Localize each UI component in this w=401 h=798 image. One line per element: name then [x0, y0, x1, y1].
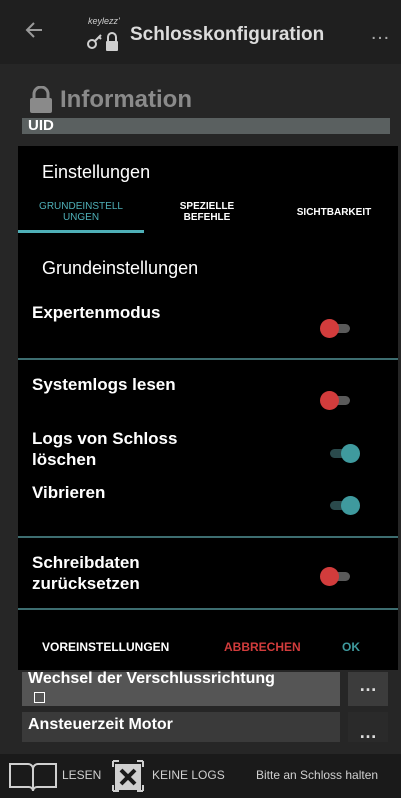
brand-label: keylezz': [88, 16, 120, 26]
read-system-logs-switch[interactable]: [320, 390, 352, 410]
lock-icon: [30, 86, 52, 113]
direction-change-label: Wechsel der Verschlussrichtung: [28, 670, 275, 687]
bottom-bar: LESEN KEINE LOGS Bitte an Schloss halten: [0, 754, 401, 798]
expert-mode-switch[interactable]: [320, 318, 352, 338]
no-logs-label: KEINE LOGS: [152, 768, 225, 782]
info-title: Information: [60, 86, 192, 113]
no-logs-button[interactable]: KEINE LOGS: [110, 758, 236, 794]
row1-more-button[interactable]: …: [348, 672, 388, 706]
divider: [18, 536, 398, 538]
settings-dialog: Einstellungen GRUNDEINSTELL UNGEN SPEZIE…: [18, 146, 398, 670]
read-button[interactable]: LESEN: [8, 760, 112, 794]
switch-thumb: [320, 567, 339, 586]
motor-time-label: Ansteuerzeit Motor: [28, 716, 173, 733]
app-screen: keylezz' Schlosskonfiguration … Informat…: [0, 0, 401, 798]
switch-thumb: [341, 496, 360, 515]
tab-visibility[interactable]: SICHTBARKEIT: [270, 190, 398, 234]
checkbox-icon[interactable]: [34, 692, 45, 703]
tab-basic-settings[interactable]: GRUNDEINSTELL UNGEN: [18, 190, 144, 234]
direction-change-row[interactable]: Wechsel der Verschlussrichtung: [22, 670, 340, 706]
arrow-left-icon: [25, 22, 42, 38]
tab-label: GRUNDEINSTELL UNGEN: [39, 201, 123, 223]
tab-special-commands[interactable]: SPEZIELLE BEFEHLE: [144, 190, 270, 234]
setting-label-delete-lock-logs: Logs von Schloss löschen: [32, 429, 178, 469]
reset-write-data-switch[interactable]: [320, 566, 352, 586]
delete-lock-logs-switch[interactable]: [328, 443, 360, 463]
vibrate-switch[interactable]: [328, 495, 360, 515]
setting-label-vibrate: Vibrieren: [32, 483, 106, 502]
app-bar: keylezz' Schlosskonfiguration …: [0, 0, 401, 64]
page-title: Schlosskonfiguration: [130, 24, 325, 45]
setting-label-expert-mode: Expertenmodus: [32, 303, 161, 322]
uid-field: UID: [22, 118, 390, 134]
dialog-title: Einstellungen: [42, 162, 151, 182]
setting-label-read-system-logs: Systemlogs lesen: [32, 375, 176, 394]
app-logo: keylezz': [84, 16, 128, 56]
tab-label: SICHTBARKEIT: [296, 206, 372, 218]
ok-button[interactable]: OK: [342, 640, 360, 654]
tab-label: SPEZIELLE BEFEHLE: [179, 201, 235, 223]
switch-thumb: [341, 444, 360, 463]
more-options-button[interactable]: …: [370, 22, 391, 45]
read-label: LESEN: [62, 768, 102, 782]
divider: [18, 358, 398, 360]
row2-more-button[interactable]: …: [348, 712, 388, 742]
book-icon: [9, 763, 57, 792]
divider: [18, 608, 398, 610]
tab-indicator: [18, 230, 144, 233]
motor-time-row[interactable]: Ansteuerzeit Motor: [22, 712, 340, 742]
info-header: Information: [28, 84, 192, 116]
status-text: Bitte an Schloss halten: [256, 768, 379, 782]
defaults-button[interactable]: VOREINSTELLUNGEN: [42, 640, 169, 654]
switch-thumb: [320, 319, 339, 338]
dialog-actions: VOREINSTELLUNGEN ABBRECHEN OK: [18, 626, 398, 670]
back-button[interactable]: [22, 18, 46, 42]
tab-bar: GRUNDEINSTELL UNGEN SPEZIELLE BEFEHLE SI…: [18, 190, 398, 234]
cancel-button[interactable]: ABBRECHEN: [224, 640, 301, 654]
switch-thumb: [320, 391, 339, 410]
setting-label-reset-write-data: Schreibdaten zurücksetzen: [32, 553, 140, 593]
section-title: Grundeinstellungen: [42, 258, 199, 278]
no-logs-icon: [112, 760, 144, 792]
